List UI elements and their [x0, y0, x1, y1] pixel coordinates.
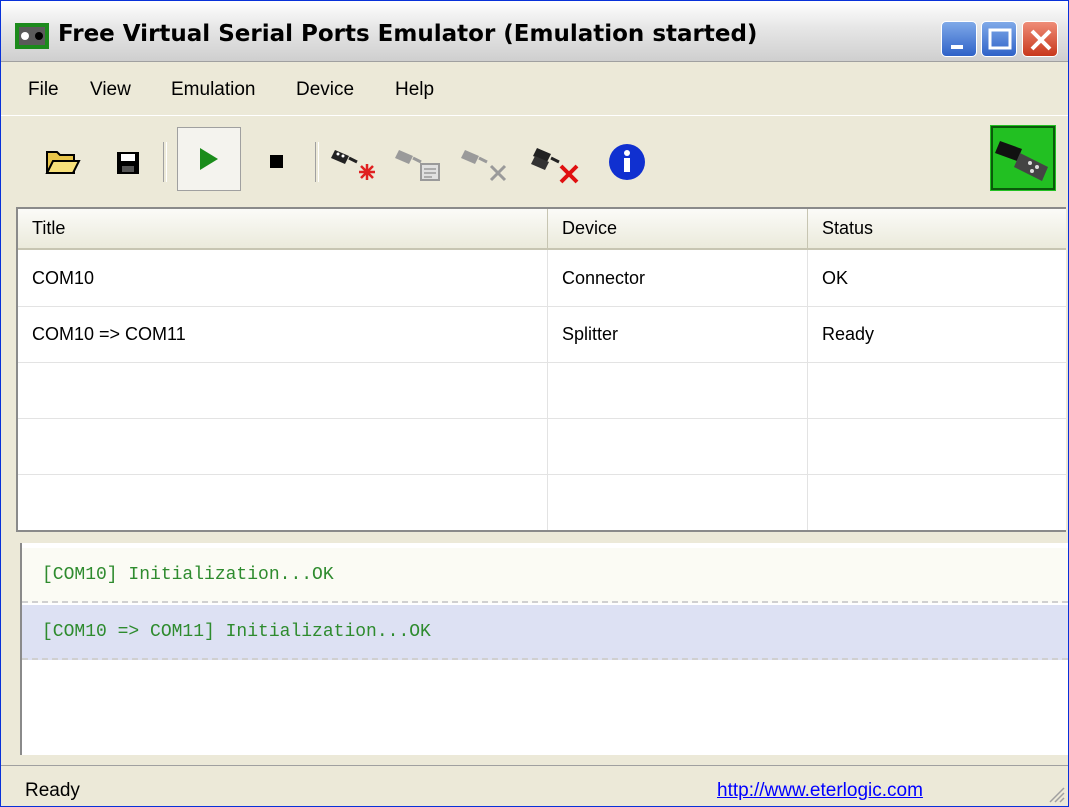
save-button[interactable]: [103, 136, 155, 188]
toolbar-separator: [315, 142, 319, 182]
stop-emulation-icon: [270, 155, 283, 168]
column-header-device[interactable]: Device: [548, 209, 808, 248]
delete-device-button[interactable]: [459, 136, 511, 188]
cell-empty: [18, 474, 548, 530]
window-title: Free Virtual Serial Ports Emulator (Emul…: [58, 21, 758, 47]
start-emulation-icon: [200, 148, 218, 170]
menu-device[interactable]: Device: [296, 79, 354, 101]
cell-status: Ready: [822, 324, 875, 344]
cell-status: OK: [822, 268, 849, 288]
cell-empty: [548, 362, 808, 418]
minimize-icon: [951, 45, 963, 49]
table-row-empty: [18, 418, 1066, 475]
cell-empty: [548, 474, 808, 530]
website-link[interactable]: http://www.eterlogic.com: [717, 780, 923, 802]
open-folder-icon: [45, 151, 81, 174]
table-header: Title Device Status: [18, 209, 1066, 250]
status-bar: Ready http://www.eterlogic.com: [1, 765, 1068, 806]
menu-bar: File View Emulation Device Help: [1, 71, 1068, 107]
table-row-empty: [18, 474, 1066, 530]
log-entry-selected[interactable]: [COM10 => COM11] Initialization...OK: [22, 605, 1068, 660]
app-logo: [990, 125, 1056, 191]
cell-device: Splitter: [548, 306, 808, 362]
menu-view[interactable]: View: [90, 79, 131, 101]
resize-grip-icon[interactable]: [1046, 782, 1066, 804]
close-icon: [1030, 29, 1052, 51]
cell-empty: [18, 362, 548, 418]
delete-all-devices-icon: [531, 148, 579, 184]
menu-emulation[interactable]: Emulation: [171, 79, 256, 101]
save-icon: [117, 152, 139, 174]
toolbar: [1, 115, 1068, 202]
new-device-button[interactable]: [329, 136, 381, 188]
cell-empty: [548, 418, 808, 474]
cell-title: COM10: [18, 250, 548, 306]
toolbar-separator: [163, 142, 167, 182]
delete-all-devices-button[interactable]: [531, 136, 583, 188]
log-panel[interactable]: [COM10] Initialization...OK [COM10 => CO…: [20, 543, 1068, 755]
stop-emulation-button[interactable]: [251, 136, 303, 188]
app-icon: [15, 23, 49, 49]
delete-device-icon: [461, 150, 507, 182]
table-row[interactable]: COM10 Connector OK: [18, 250, 1066, 307]
table-row-empty: [18, 362, 1066, 419]
table-row[interactable]: COM10 => COM11 Splitter Ready: [18, 306, 1066, 363]
log-entry[interactable]: [COM10] Initialization...OK: [22, 548, 1068, 603]
maximize-icon: [988, 28, 1012, 50]
new-device-icon: [331, 150, 375, 180]
column-header-title[interactable]: Title: [18, 209, 548, 248]
minimize-button[interactable]: [941, 21, 977, 57]
start-emulation-button[interactable]: [177, 127, 241, 191]
column-header-status[interactable]: Status: [808, 209, 1066, 248]
title-bar[interactable]: Free Virtual Serial Ports Emulator (Emul…: [1, 1, 1068, 62]
device-properties-button[interactable]: [393, 136, 445, 188]
info-button[interactable]: [601, 136, 653, 188]
app-window: Free Virtual Serial Ports Emulator (Emul…: [0, 0, 1069, 807]
close-button[interactable]: [1022, 21, 1058, 57]
device-properties-icon: [395, 150, 440, 181]
menu-file[interactable]: File: [28, 79, 59, 101]
cell-device: Connector: [548, 250, 808, 306]
menu-help[interactable]: Help: [395, 79, 434, 101]
cell-title: COM10 => COM11: [18, 306, 548, 362]
info-icon: [609, 144, 645, 180]
open-button[interactable]: [37, 136, 89, 188]
cell-empty: [18, 418, 548, 474]
device-table: Title Device Status COM10 Connector OK C…: [16, 207, 1066, 532]
maximize-button[interactable]: [981, 21, 1017, 57]
status-text: Ready: [25, 780, 80, 801]
